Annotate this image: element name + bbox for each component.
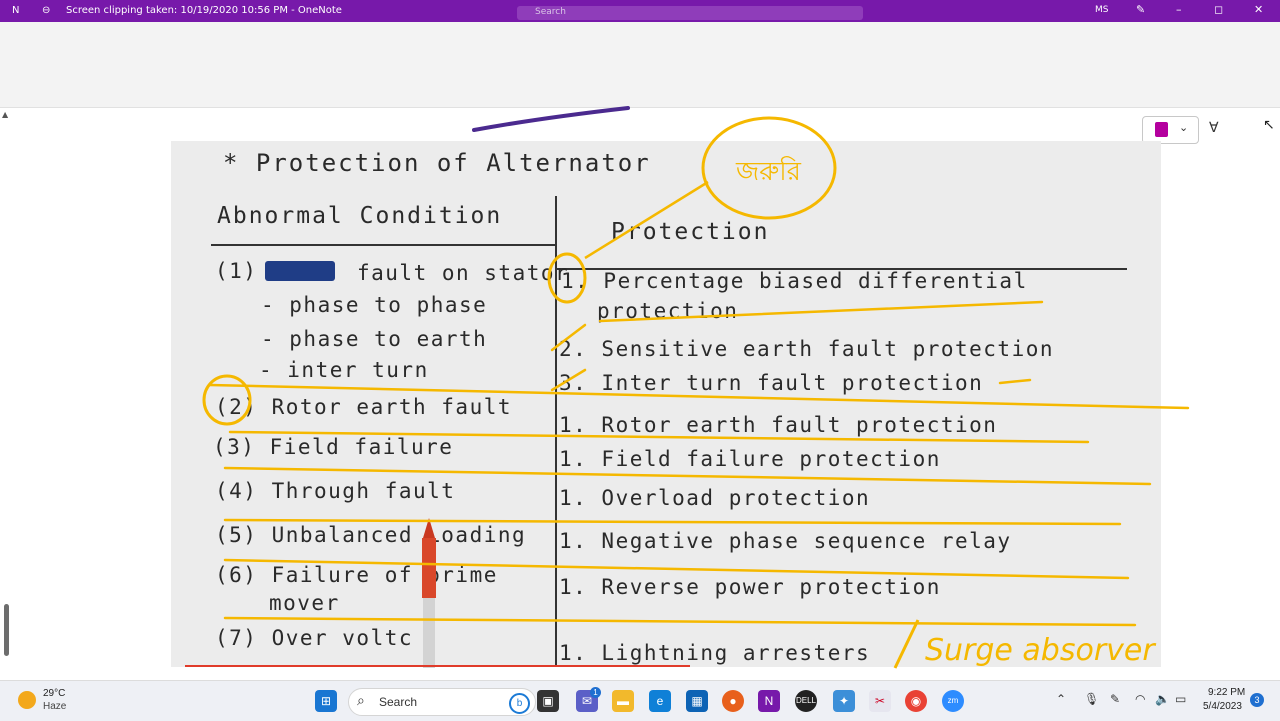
left-row-1b: - phase to earth	[261, 327, 488, 351]
chevron-down-icon: ⌄	[1179, 121, 1189, 134]
start-windows-icon[interactable]: ⊞	[315, 690, 337, 712]
zoom-icon[interactable]: zm	[942, 690, 964, 712]
volume-icon[interactable]: 🔈	[1155, 692, 1170, 706]
search-placeholder: Search	[535, 7, 566, 17]
scribbled-word	[265, 261, 335, 281]
left-row-6b: mover	[269, 591, 340, 615]
left-row-5: (5) Unbalanced Loading	[215, 523, 527, 547]
notebook-icon	[1155, 122, 1168, 137]
taskbar-search[interactable]: ⌕ Search b	[348, 688, 536, 716]
left-row-7: (7) Over voltc	[215, 626, 414, 650]
scrollbar-thumb[interactable]	[4, 604, 9, 656]
clip-title: * Protection of Alternator	[223, 149, 651, 177]
wifi-icon[interactable]: ◠	[1135, 692, 1145, 706]
firefox-icon[interactable]: ●	[722, 690, 744, 712]
maximize-icon[interactable]: ◻	[1214, 3, 1223, 16]
clock-time[interactable]: 9:22 PM	[1208, 687, 1245, 698]
left-row-1a: - phase to phase	[261, 293, 488, 317]
bing-icon[interactable]: b	[509, 693, 530, 714]
search-icon: ⌕	[357, 692, 365, 708]
chrome-icon[interactable]: ◉	[905, 690, 927, 712]
title-bar: N ⊖ Screen clipping taken: 10/19/2020 10…	[0, 0, 1280, 22]
right-row-9: 1. Lightning arresters	[559, 641, 871, 665]
left-row-4: (4) Through fault	[215, 479, 456, 503]
col-header-protection: Protection	[611, 219, 770, 245]
left-row-3: (3) Field failure	[213, 435, 454, 459]
scroll-up-icon[interactable]: ▲	[2, 110, 8, 119]
left-row-2: (2) Rotor earth fault	[215, 395, 513, 419]
filter-icon[interactable]: ∀	[1209, 120, 1219, 136]
close-icon[interactable]: ✕	[1254, 3, 1263, 16]
microphone-icon[interactable]: 🎙	[1084, 692, 1099, 706]
left-row-1c: - inter turn	[259, 358, 429, 382]
right-row-3: 3. Inter turn fault protection	[559, 371, 984, 395]
chat-badge: 1	[590, 687, 601, 698]
onenote-app-icon: N	[12, 5, 20, 16]
weather-sun-icon[interactable]	[18, 691, 36, 709]
left-row-6: (6) Failure of prime	[215, 563, 498, 587]
mouse-cursor-icon: ↖	[1263, 117, 1275, 133]
clock-date[interactable]: 5/4/2023	[1203, 701, 1242, 712]
left-row-1-text: fault on stator	[357, 261, 570, 285]
taskbar: 29°C Haze ⊞ ⌕ Search b ▣ ✉ 1 ▬ e ▦ ● N D…	[0, 680, 1280, 721]
weather-description[interactable]: Haze	[43, 701, 66, 712]
task-view-icon[interactable]: ▣	[537, 690, 559, 712]
pen-photo	[422, 518, 436, 668]
col-header-abnormal-condition: Abnormal Condition	[217, 203, 503, 229]
notebook-picker-button[interactable]: ⌄	[1142, 116, 1199, 144]
dell-icon[interactable]: DELL	[795, 690, 817, 712]
minimize-icon[interactable]: –	[1176, 3, 1182, 16]
pen-tray-icon[interactable]: ✎	[1110, 692, 1120, 706]
right-row-2: 2. Sensitive earth fault protection	[559, 337, 1055, 361]
edge-browser-icon[interactable]: e	[649, 690, 671, 712]
onenote-taskbar-icon[interactable]: N	[758, 690, 780, 712]
back-icon[interactable]: ⊖	[42, 5, 50, 16]
snipping-tool-icon[interactable]: ✂	[869, 690, 891, 712]
notification-badge[interactable]: 3	[1250, 693, 1264, 707]
file-explorer-icon[interactable]: ▬	[612, 690, 634, 712]
right-row-5: 1. Field failure protection	[559, 447, 941, 471]
right-row-8: 1. Reverse power protection	[559, 575, 941, 599]
right-row-1b: protection	[597, 299, 739, 323]
store-icon[interactable]: ▦	[686, 690, 708, 712]
weather-temperature[interactable]: 29°C	[43, 688, 65, 699]
right-row-6: 1. Overload protection	[559, 486, 871, 510]
left-row-1-num: (1)	[215, 259, 258, 283]
user-avatar[interactable]: MS	[1095, 5, 1108, 15]
app-icon-blue[interactable]: ✦	[833, 690, 855, 712]
header-underline-left	[211, 244, 556, 246]
pen-icon[interactable]: ✎	[1136, 3, 1145, 16]
battery-icon[interactable]: ▭	[1175, 692, 1186, 706]
right-row-4: 1. Rotor earth fault protection	[559, 413, 998, 437]
ribbon	[0, 22, 1280, 108]
right-row-1: 1. Percentage biased differential	[561, 269, 1028, 293]
chevron-up-icon[interactable]: ⌃	[1056, 692, 1066, 706]
right-row-7: 1. Negative phase sequence relay	[559, 529, 1012, 553]
window-title: Screen clipping taken: 10/19/2020 10:56 …	[66, 5, 342, 16]
screen-clipping-image[interactable]: * Protection of Alternator Abnormal Cond…	[171, 141, 1161, 667]
search-input[interactable]: Search	[517, 6, 863, 20]
taskbar-search-label: Search	[379, 695, 418, 709]
